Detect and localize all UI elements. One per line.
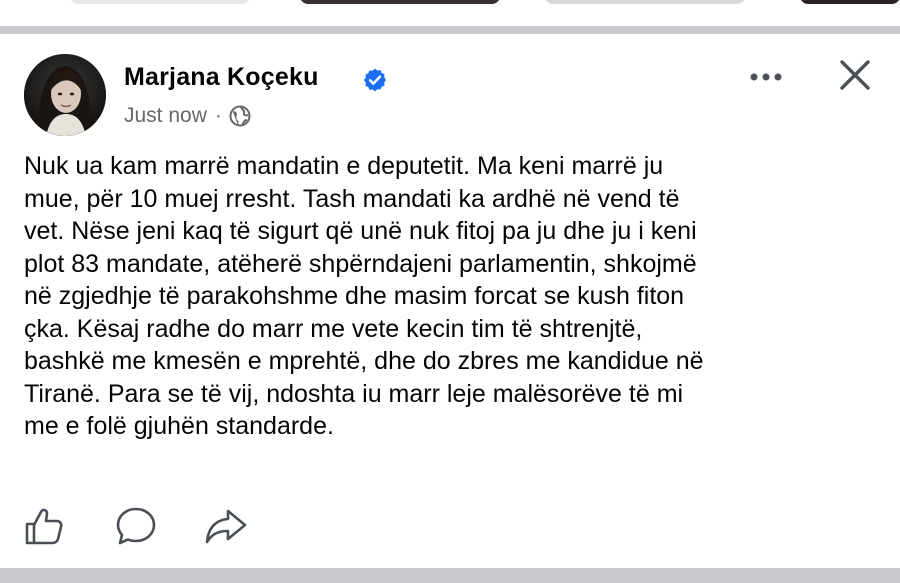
previous-post-fragment [800, 0, 900, 4]
previous-post-fragment [545, 0, 745, 4]
avatar[interactable] [24, 54, 106, 136]
meta-separator: · [214, 104, 222, 127]
post-text-line: vet. Nëse jeni kaq të sigurt që unë nuk … [24, 217, 697, 245]
post-text-line: plot 83 mandate, atëherë shpërndajeni pa… [24, 249, 697, 278]
post-text-line: bashkë me kmesën e mprehtë, dhe do zbres… [24, 347, 704, 375]
feed-separator [0, 568, 900, 583]
previous-post-fragment [300, 0, 500, 4]
like-icon[interactable] [22, 504, 66, 548]
share-icon[interactable] [204, 504, 248, 548]
close-icon[interactable] [836, 56, 874, 94]
post-text-line: Nuk ua kam marrë mandatin e deputetit. M… [24, 152, 664, 180]
author-name[interactable]: Marjana Koçeku [124, 63, 319, 92]
comment-icon[interactable] [114, 504, 158, 548]
post-text-line: Tiranë. Para se të vij, ndoshta iu marr … [24, 379, 684, 408]
post-card: Marjana Koçeku Just now · Nuk ua kam mar… [0, 34, 900, 568]
globe-icon[interactable] [228, 104, 252, 128]
post-text-line: çka. Kësaj radhe do marr me vete kecin t… [24, 314, 643, 343]
feed-separator [0, 26, 900, 34]
verified-badge-icon [363, 68, 387, 92]
post-text-line: me e folë gjuhën standarde. [24, 412, 334, 440]
post-text: Nuk ua kam marrë mandatin e deputetit. M… [24, 150, 884, 443]
post-text-line: në zgjedhje të parakohshme dhe masim for… [24, 282, 685, 310]
post-text-line: mue, për 10 muej rresht. Tash mandati ka… [24, 184, 680, 213]
timestamp[interactable]: Just now [124, 104, 207, 128]
previous-post-fragment [70, 0, 250, 4]
post-meta: Just now · [124, 104, 252, 128]
more-options-icon[interactable] [742, 62, 790, 92]
